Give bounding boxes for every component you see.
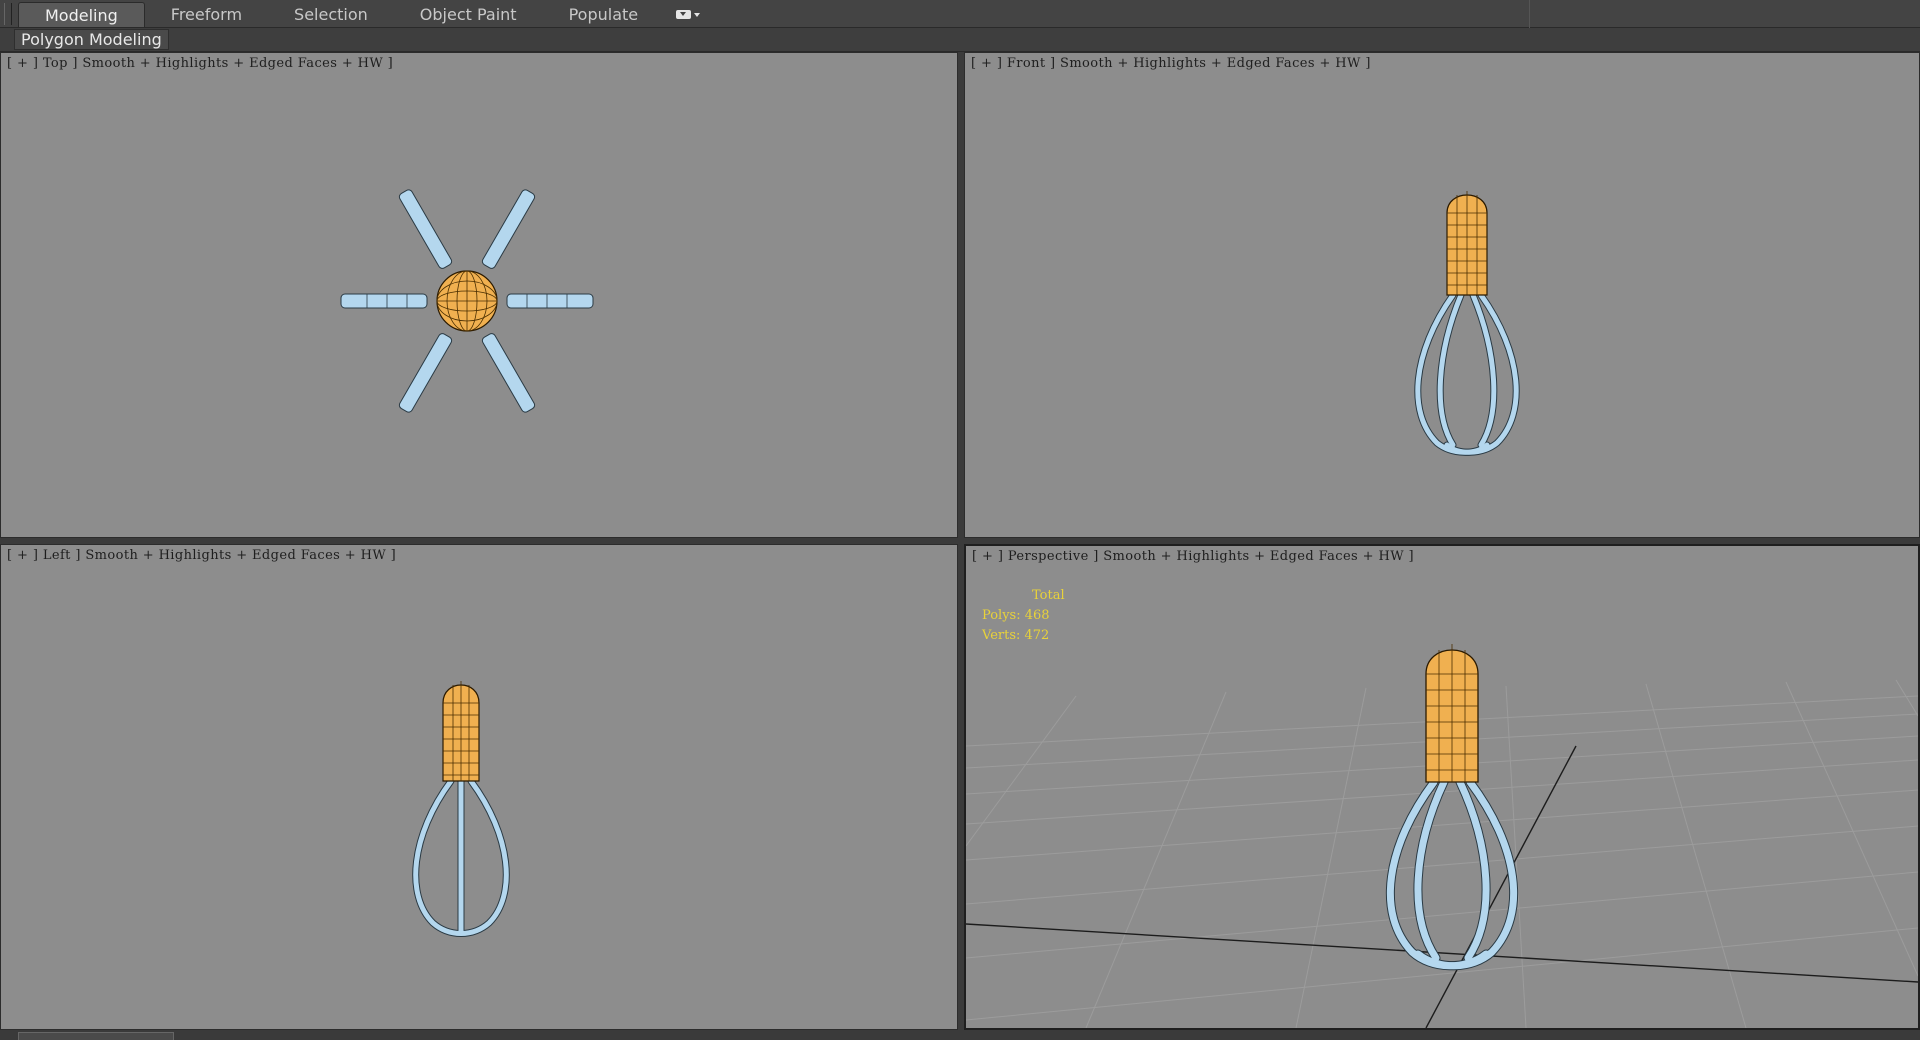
top-view-whisk bbox=[340, 189, 594, 413]
left-view-whisk bbox=[412, 681, 510, 937]
tab-populate[interactable]: Populate bbox=[543, 2, 665, 27]
time-slider-bar bbox=[0, 1030, 1920, 1040]
tab-object-paint[interactable]: Object Paint bbox=[394, 2, 543, 27]
tab-freeform[interactable]: Freeform bbox=[145, 2, 268, 27]
tab-selection[interactable]: Selection bbox=[268, 2, 394, 27]
time-slider[interactable] bbox=[18, 1032, 174, 1040]
viewport-left[interactable]: [ + ] Left ] Smooth + Highlights + Edged… bbox=[0, 544, 958, 1030]
tab-modeling[interactable]: Modeling bbox=[18, 2, 145, 27]
perspective-grid-and-whisk bbox=[966, 644, 1918, 1028]
window-dropdown-icon bbox=[676, 10, 692, 19]
3ds-max-window: Modeling Freeform Selection Object Paint… bbox=[0, 0, 1920, 1040]
ribbon-tab-bar: Modeling Freeform Selection Object Paint… bbox=[0, 0, 1920, 28]
ribbon-grip-handle[interactable] bbox=[4, 3, 12, 25]
ribbon-tabs: Modeling Freeform Selection Object Paint… bbox=[18, 2, 706, 27]
front-view-whisk bbox=[1414, 191, 1520, 456]
viewport-top[interactable]: [ + ] Top ] Smooth + Highlights + Edged … bbox=[0, 52, 958, 538]
viewport-front[interactable]: [ + ] Front ] Smooth + Highlights + Edge… bbox=[964, 52, 1920, 538]
ribbon-panel-bar: Polygon Modeling bbox=[0, 28, 1920, 52]
ribbon-options-button[interactable] bbox=[670, 2, 706, 27]
ribbon-divider bbox=[1529, 0, 1530, 28]
viewport-perspective[interactable]: [ + ] Perspective ] Smooth + Highlights … bbox=[964, 544, 1920, 1030]
polygon-modeling-panel-button[interactable]: Polygon Modeling bbox=[14, 29, 169, 50]
chevron-down-icon bbox=[694, 12, 701, 17]
